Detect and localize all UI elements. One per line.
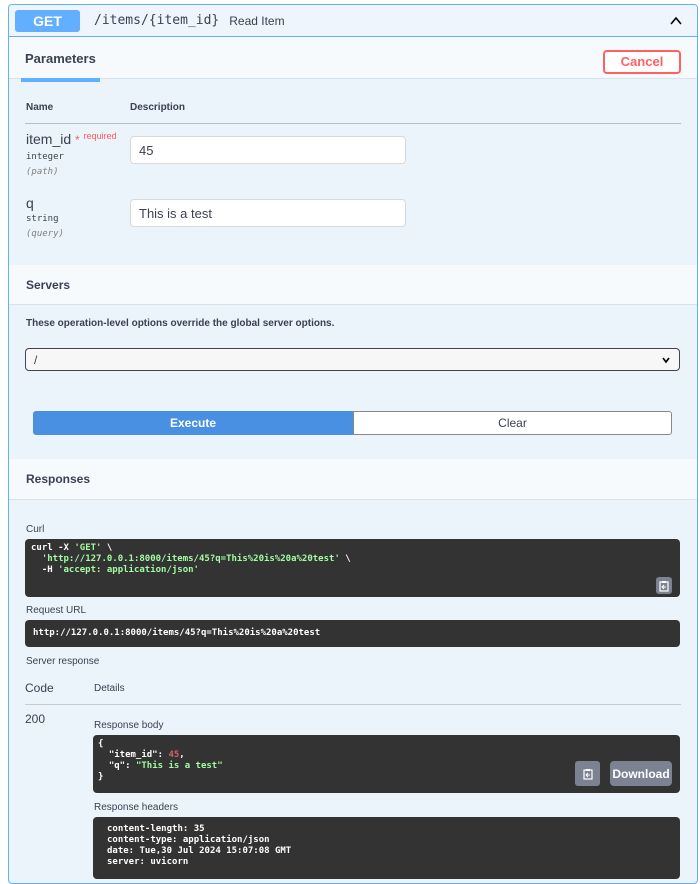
clipboard-icon — [659, 580, 669, 592]
divider — [25, 123, 681, 124]
clear-button[interactable]: Clear — [353, 411, 672, 435]
json-key: "q": — [98, 761, 136, 771]
server-select-value: / — [34, 352, 38, 367]
divider — [25, 704, 681, 705]
response-body-label: Response body — [94, 720, 164, 731]
servers-header: Servers — [9, 265, 697, 305]
param-location: (path) — [26, 167, 59, 177]
json-brace: { — [98, 739, 104, 749]
column-header-code: Code — [25, 681, 54, 695]
servers-note: These operation-level options override t… — [26, 318, 335, 329]
parameters-header: Parameters Cancel — [9, 37, 697, 82]
header-line: server: uvicorn — [107, 857, 189, 867]
column-header-details: Details — [94, 683, 125, 694]
servers-title: Servers — [26, 278, 71, 292]
header-line: date: Tue,30 Jul 2024 15:07:08 GMT — [107, 846, 292, 856]
request-url-label: Request URL — [26, 605, 87, 616]
action-buttons: Execute Clear — [33, 411, 672, 435]
curl-flag: -H — [31, 565, 59, 575]
json-brace: } — [98, 772, 104, 782]
request-url-value: http://127.0.0.1:8000/items/45?q=This%20… — [33, 628, 321, 638]
method-badge: GET — [15, 9, 80, 32]
copy-response-button[interactable] — [575, 761, 600, 786]
endpoint-path: /items/{item_id} — [94, 13, 220, 28]
request-url-block: http://127.0.0.1:8000/items/45?q=This%20… — [25, 620, 680, 647]
json-string: "This is a test" — [135, 761, 223, 771]
execute-button[interactable]: Execute — [33, 411, 353, 435]
json-comma: , — [179, 750, 185, 760]
operation-summary[interactable]: GET /items/{item_id} Read Item — [9, 5, 697, 37]
required-star: * — [75, 133, 80, 147]
endpoint-description: Read Item — [229, 13, 285, 28]
responses-title: Responses — [26, 472, 91, 486]
download-button[interactable]: Download — [610, 761, 672, 786]
curl-label: Curl — [26, 524, 45, 535]
cancel-button[interactable]: Cancel — [603, 49, 681, 74]
required-label: required — [83, 131, 117, 141]
item-id-input[interactable]: 45 — [130, 136, 406, 164]
curl-url: 'http://127.0.0.1:8000/items/45?q=This%2… — [41, 554, 340, 564]
header-line: content-type: application/json — [107, 835, 270, 845]
column-header-description: Description — [130, 102, 186, 113]
chevron-up-icon[interactable] — [669, 14, 683, 28]
copy-curl-button[interactable] — [656, 577, 672, 594]
curl-header: 'accept: application/json' — [58, 565, 199, 575]
chevron-down-icon — [662, 357, 670, 363]
param-name-text: item_id — [26, 131, 72, 147]
param-name-item-id: item_id * required — [26, 131, 117, 147]
tab-parameters[interactable]: Parameters — [21, 51, 100, 82]
curl-method: 'GET' — [74, 543, 102, 553]
json-number: 45 — [168, 750, 180, 760]
curl-continuation: \ — [339, 554, 351, 564]
response-headers-block: content-length: 35 content-type: applica… — [93, 817, 680, 879]
server-select[interactable]: / — [25, 348, 680, 371]
curl-continuation: \ — [101, 543, 113, 553]
curl-code-block: curl -X 'GET' \ 'http://127.0.0.1:8000/i… — [25, 539, 680, 597]
clipboard-icon — [582, 768, 593, 780]
server-response-label: Server response — [26, 656, 100, 667]
header-line: content-length: 35 — [107, 824, 205, 834]
response-headers-label: Response headers — [94, 802, 178, 813]
q-input[interactable]: This is a test — [130, 199, 406, 227]
column-header-name: Name — [26, 102, 54, 113]
curl-cmd: curl -X — [31, 543, 75, 553]
param-name-q: q — [26, 195, 34, 211]
param-location: (query) — [26, 229, 64, 239]
param-type: string — [26, 214, 59, 224]
json-key: "item_id": — [98, 750, 169, 760]
responses-header: Responses — [9, 459, 697, 500]
param-type: integer — [26, 152, 64, 162]
response-code: 200 — [25, 712, 46, 726]
